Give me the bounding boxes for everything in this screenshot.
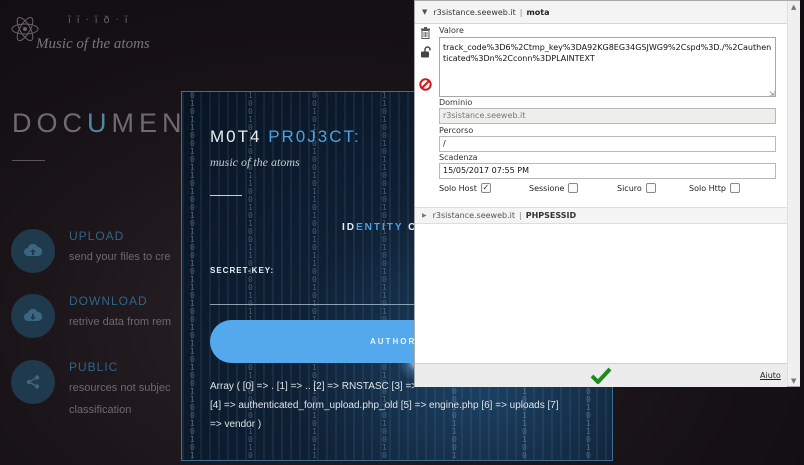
checkbox-label: Solo Host xyxy=(439,183,477,193)
host-only-checkbox[interactable]: Solo Host ✓ xyxy=(439,183,491,193)
cloud-download-icon xyxy=(11,294,55,338)
scrollbar[interactable]: ▲ ▼ xyxy=(787,1,800,386)
output-line: Array ( [0] => . [1] => .. [2] => RNSTAS… xyxy=(210,381,418,392)
title-accent: PR0J3CT: xyxy=(268,127,361,146)
desc-line: classification xyxy=(69,404,132,416)
session-checkbox[interactable]: Sessione xyxy=(529,183,579,193)
value-textarea[interactable]: track_code%3D6%2Ctmp_key%3DA92KG8EG34GSJ… xyxy=(439,37,776,97)
http-only-checkbox[interactable]: Solo Http xyxy=(689,183,740,193)
expiry-label: Scadenza xyxy=(439,153,478,162)
triangle-down-icon: ▼ xyxy=(422,8,428,16)
feature-title: UPLOAD xyxy=(69,229,125,243)
help-link[interactable]: Aiuto xyxy=(760,371,781,380)
confirm-button[interactable] xyxy=(589,365,613,387)
cookie-domain: r3sistance.seeweb.it xyxy=(433,7,516,17)
domain-field[interactable]: r3sistance.seeweb.it xyxy=(439,108,776,124)
cookie-name: PHPSESSID xyxy=(525,211,577,220)
resize-grip-icon[interactable]: ⇲ xyxy=(769,90,775,98)
divider xyxy=(210,195,242,196)
title-part: M0T4 xyxy=(210,127,269,146)
checkbox-box[interactable] xyxy=(730,183,740,193)
scroll-down-icon[interactable]: ▼ xyxy=(791,377,796,385)
scroll-up-icon[interactable]: ▲ xyxy=(791,3,796,11)
logo-tagline: Music of the atoms xyxy=(36,36,150,52)
panel-footer: Aiuto xyxy=(415,363,787,387)
secret-key-label: SECRET-KEY: xyxy=(210,266,275,275)
cookie-domain: r3sistance.seeweb.it xyxy=(432,211,515,220)
cookie-name: mota xyxy=(526,7,550,17)
domain-label: Dominio xyxy=(439,98,473,107)
triangle-right-icon: ▶ xyxy=(422,212,427,219)
block-icon[interactable] xyxy=(419,77,432,91)
checkmark-icon[interactable]: ✓ xyxy=(480,183,491,193)
matrix-rain: 0 1 0 1 1 0 0 1 0 1 1 0 1 0 0 1 0 1 1 0 … xyxy=(190,91,195,460)
share-icon xyxy=(11,360,55,404)
desc-line: resources not subjec xyxy=(69,382,171,394)
documents-heading: DOCUMENT xyxy=(12,108,208,139)
separator: | xyxy=(519,7,523,17)
separator: | xyxy=(519,211,522,220)
cookie-flags: Solo Host ✓ Sessione Sicuro Solo Http xyxy=(439,183,779,197)
feature-title: DOWNLOAD xyxy=(69,294,148,308)
output-line: => vendor ) xyxy=(210,419,262,430)
cookie-header-phpsessid[interactable]: ▶ r3sistance.seeweb.it | PHPSESSID xyxy=(415,207,787,224)
checkbox-box[interactable] xyxy=(645,183,656,193)
checkbox-label: Sessione xyxy=(529,183,565,193)
trash-icon[interactable] xyxy=(419,26,432,40)
path-field[interactable]: / xyxy=(439,136,776,152)
heading-accent: U xyxy=(87,108,112,138)
checkbox-box[interactable] xyxy=(568,183,579,193)
checkmark-icon xyxy=(590,367,612,384)
divider xyxy=(12,160,45,161)
cookie-header-mota[interactable]: ▼ r3sistance.seeweb.it | mota xyxy=(415,1,787,24)
cookie-editor-panel: ▼ r3sistance.seeweb.it | mota Valore tra… xyxy=(414,0,800,387)
expiry-field[interactable]: 15/05/2017 07:55 PM xyxy=(439,163,776,179)
logo-glyphs: ïï·ïð·ï xyxy=(68,15,134,26)
output-line: [4] => authenticated_form_upload.php_old… xyxy=(210,400,559,411)
feature-title: PUBLIC xyxy=(69,360,119,374)
checkbox-label: Sicuro xyxy=(617,183,642,193)
checkbox-label: Solo Http xyxy=(689,183,726,193)
identity-part: ID xyxy=(342,222,356,233)
unlock-icon[interactable] xyxy=(419,45,432,59)
path-label: Percorso xyxy=(439,126,474,135)
identity-accent: ENTITY xyxy=(356,222,404,233)
identity-heading: IDENTITY C xyxy=(342,222,417,233)
site-logo[interactable]: ïï·ïð·ï Music of the atoms xyxy=(10,8,185,56)
value-label: Valore xyxy=(439,26,464,35)
heading-part: DOC xyxy=(12,108,87,138)
modal-title: M0T4 PR0J3CT: xyxy=(210,127,361,147)
cloud-upload-icon xyxy=(11,229,55,273)
secure-checkbox[interactable]: Sicuro xyxy=(617,183,656,193)
modal-subtitle: music of the atoms xyxy=(210,155,300,169)
